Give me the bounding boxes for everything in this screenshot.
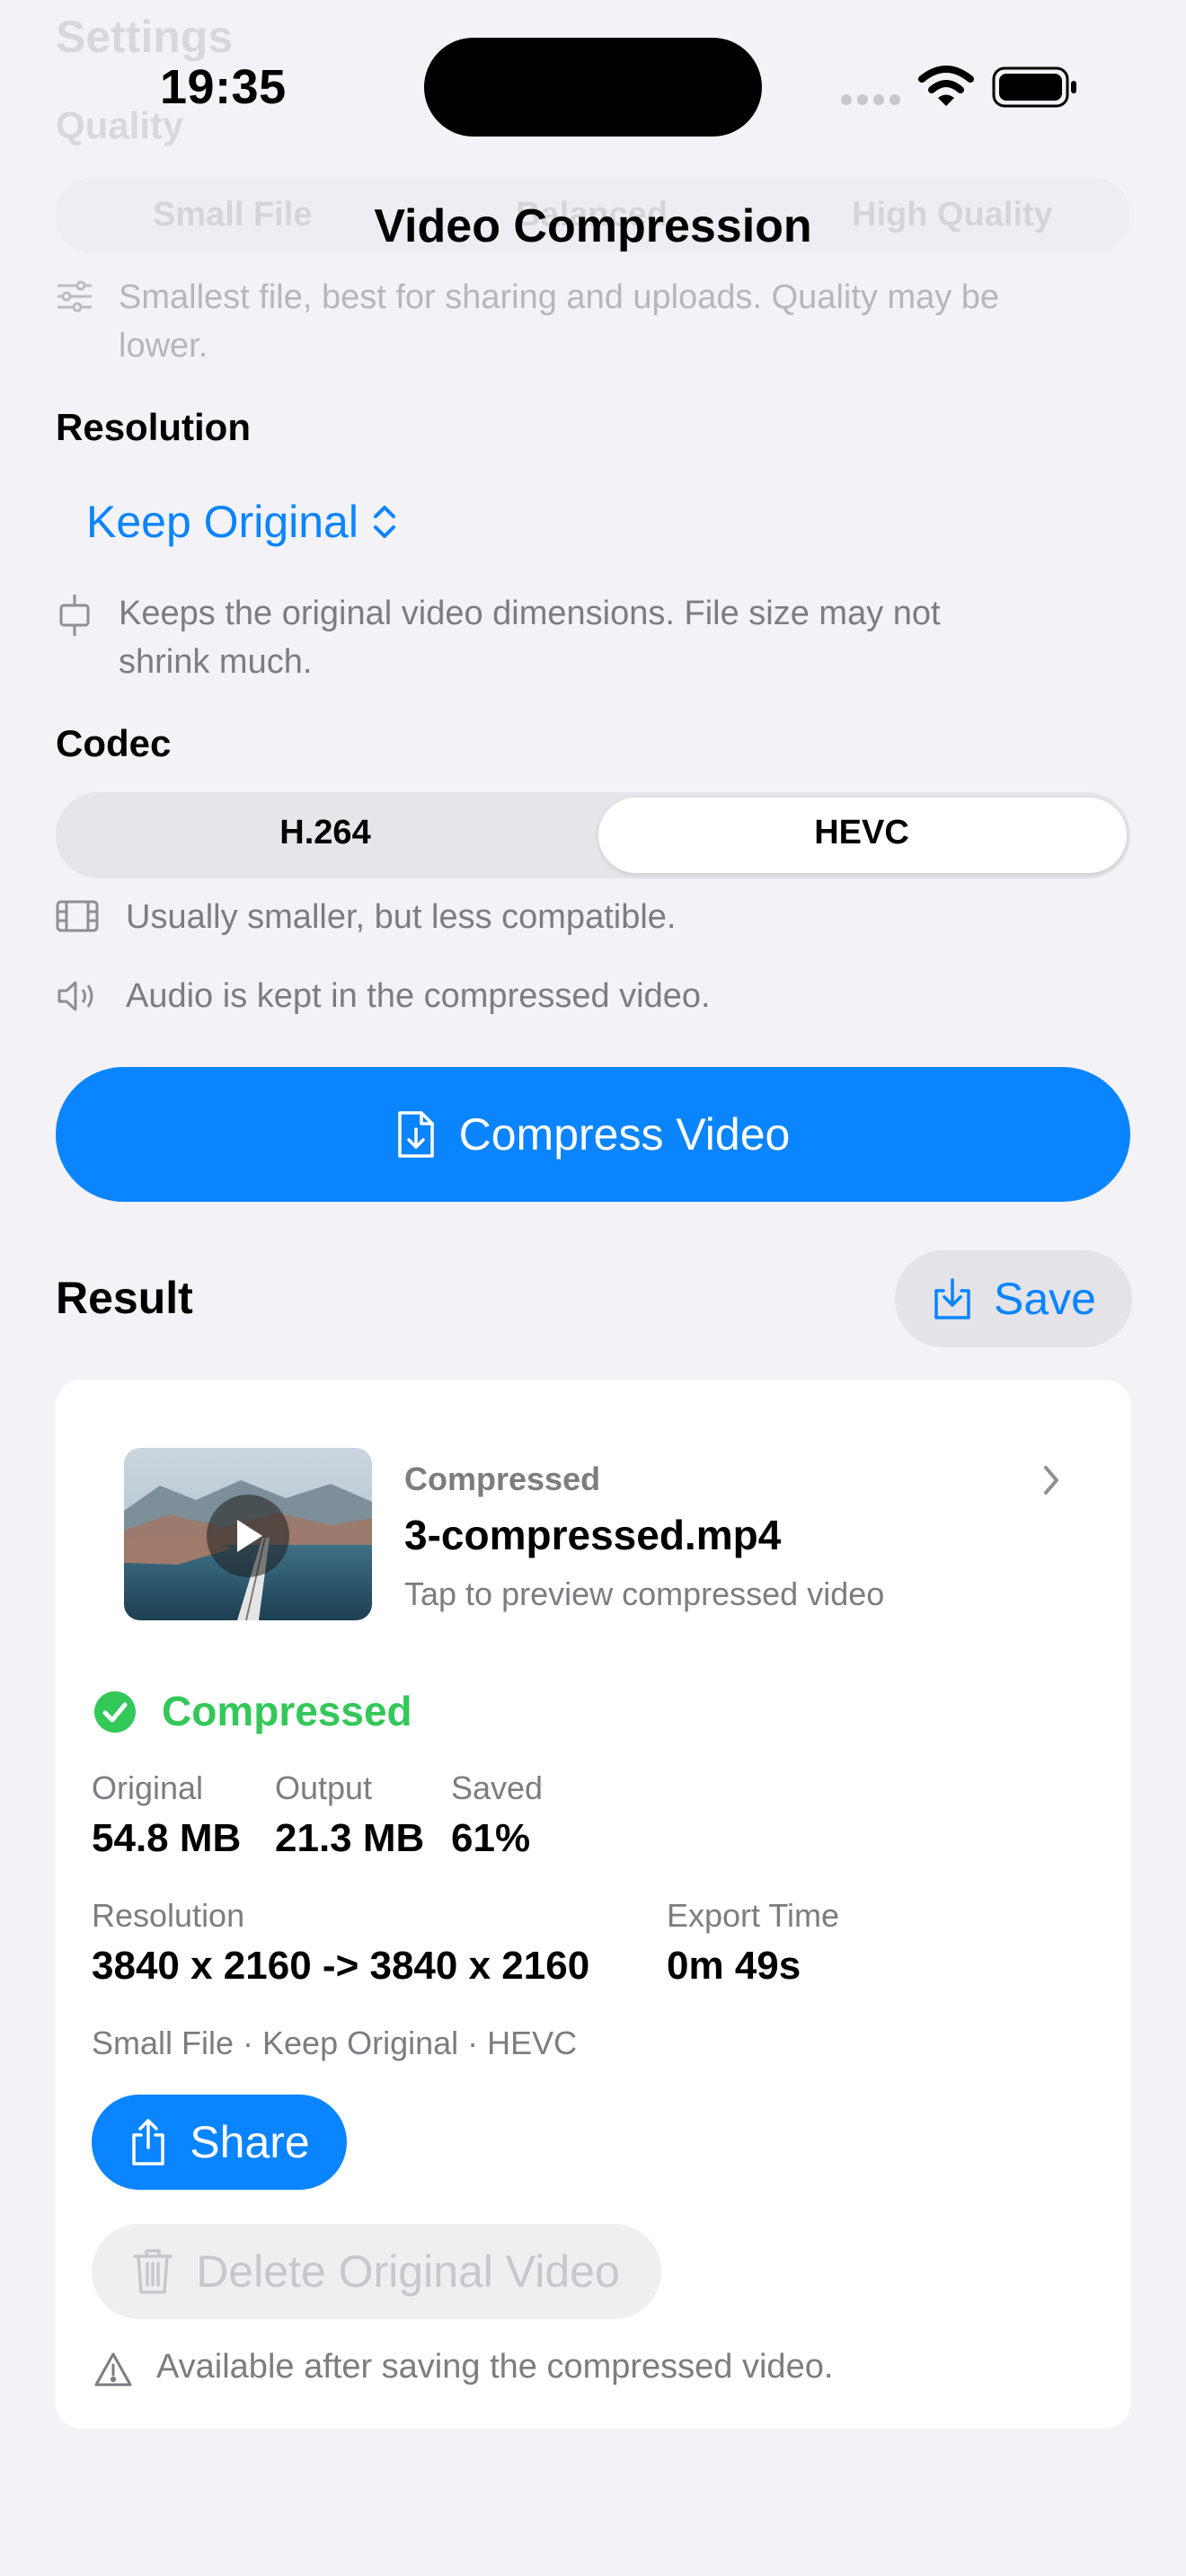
sliders-icon-faded: [56, 280, 93, 313]
trash-icon: [133, 2247, 173, 2296]
wifi-icon: [918, 65, 974, 108]
share-button[interactable]: Share: [92, 2095, 347, 2190]
output-value: 21.3 MB: [275, 1816, 425, 1860]
file-name: 3-compressed.mp4: [404, 1512, 782, 1558]
chevron-right-icon: [1040, 1462, 1062, 1498]
compress-video-button[interactable]: Compress Video: [56, 1067, 1130, 1202]
resolution-stat-value: 3840 x 2160 -> 3840 x 2160: [92, 1944, 590, 1988]
delete-original-label: Delete Original Video: [196, 2246, 620, 2297]
file-status: Compressed: [404, 1460, 601, 1497]
compressed-status: Compressed: [162, 1688, 412, 1734]
resolution-hint-line1: Keeps the original video dimensions. Fil…: [119, 595, 941, 632]
share-label: Share: [190, 2117, 310, 2167]
resolution-picker[interactable]: Keep Original: [86, 496, 398, 548]
warning-icon: [93, 2351, 133, 2387]
signal-icon: [839, 90, 902, 110]
save-download-icon: [931, 1276, 974, 1321]
save-label: Save: [994, 1274, 1096, 1324]
settings-summary: Small File · Keep Original · HEVC: [92, 2025, 578, 2061]
resolution-selected: Keep Original: [86, 497, 358, 547]
codec-option-hevc[interactable]: HEVC: [593, 814, 1130, 852]
original-value: 54.8 MB: [92, 1816, 242, 1860]
resize-icon: [56, 593, 93, 638]
chevron-up-down-icon: [371, 502, 398, 542]
output-label: Output: [275, 1769, 373, 1806]
delete-original-button[interactable]: Delete Original Video: [92, 2224, 661, 2319]
status-time: 19:35: [160, 60, 287, 114]
resolution-stat-label: Resolution: [92, 1897, 245, 1934]
resolution-label: Resolution: [56, 406, 251, 448]
page-title: Video Compression: [374, 200, 812, 252]
play-icon: [207, 1495, 289, 1577]
file-subtitle: Tap to preview compressed video: [404, 1575, 885, 1612]
saved-label: Saved: [451, 1769, 544, 1806]
save-button[interactable]: Save: [895, 1250, 1132, 1347]
audio-hint: Audio is kept in the compressed video.: [126, 977, 711, 1015]
export-time-label: Export Time: [667, 1897, 840, 1934]
codec-option-h264[interactable]: H.264: [56, 814, 595, 852]
compress-video-label: Compress Video: [458, 1109, 791, 1160]
export-time-value: 0m 49s: [667, 1944, 801, 1988]
codec-label: Codec: [56, 722, 172, 764]
share-icon: [128, 2117, 168, 2167]
resolution-hint-line2: shrink much.: [119, 643, 313, 681]
result-label: Result: [56, 1273, 193, 1323]
original-label: Original: [92, 1769, 204, 1806]
settings-heading-faded: Settings: [56, 12, 234, 62]
quality-hint: Smallest file, best for sharing and uplo…: [119, 278, 1000, 365]
dynamic-island: [424, 38, 762, 137]
saved-value: 61%: [451, 1816, 531, 1860]
speaker-icon: [56, 979, 101, 1013]
doc-download-icon: [396, 1109, 436, 1160]
checkmark-circle-icon: [93, 1690, 137, 1734]
warning-text: Available after saving the compressed vi…: [156, 2348, 834, 2386]
battery-icon: [992, 66, 1078, 108]
codec-hint: Usually smaller, but less compatible.: [126, 898, 677, 936]
film-icon: [56, 898, 99, 934]
